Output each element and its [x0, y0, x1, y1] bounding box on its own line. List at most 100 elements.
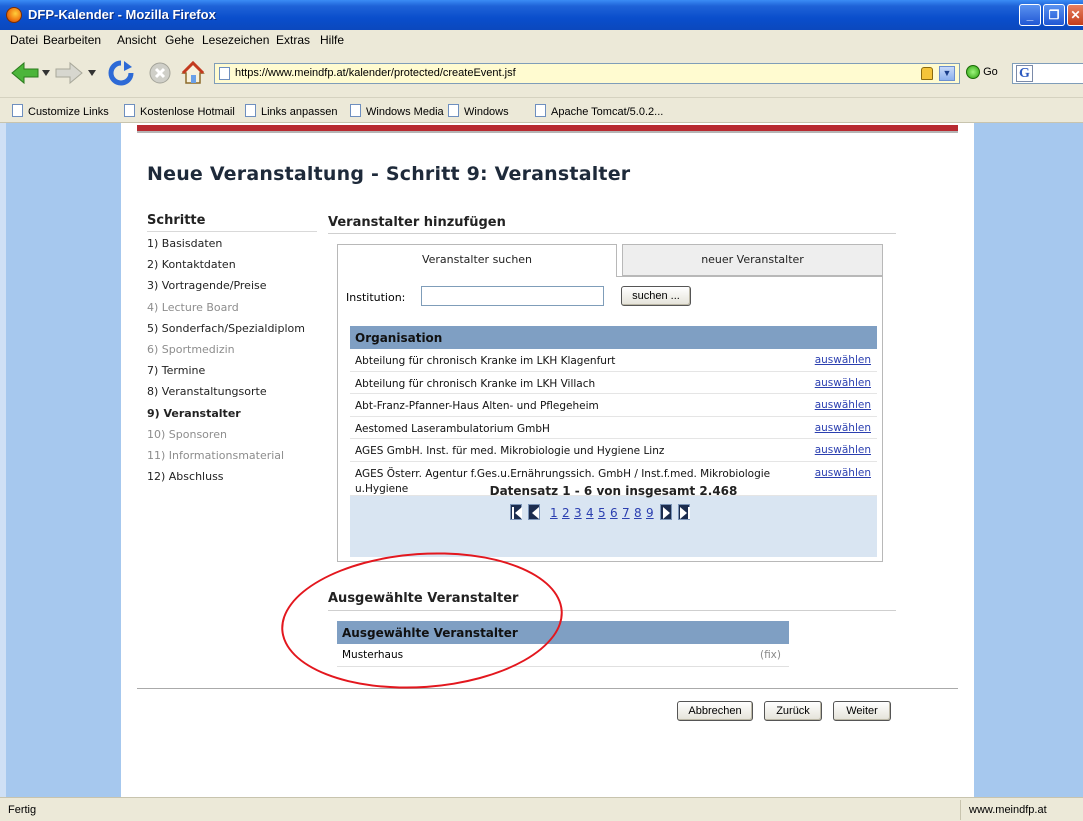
menu-extras[interactable]: Extras [276, 33, 310, 47]
bookmarks-toolbar: Customize Links Kostenlose Hotmail Links… [0, 98, 1083, 123]
go-button[interactable]: Go [966, 65, 998, 79]
page-number-link[interactable]: 3 [574, 506, 582, 520]
last-page-icon[interactable] [678, 504, 690, 520]
pager: 123456789 [510, 504, 730, 522]
page-icon [12, 104, 23, 117]
page-number-link[interactable]: 8 [634, 506, 642, 520]
back-dropdown-icon[interactable] [42, 70, 50, 76]
page-number-link[interactable]: 9 [646, 506, 654, 520]
steps-title: Schritte [147, 213, 206, 228]
step-item[interactable]: 7) Termine [147, 364, 205, 377]
page-number-link[interactable]: 1 [550, 506, 558, 520]
table-row: Abteilung für chronisch Kranke im LKH Vi… [350, 371, 877, 394]
maximize-button[interactable]: ❐ [1043, 4, 1065, 26]
menu-lesezeichen[interactable]: Lesezeichen [202, 33, 269, 47]
firefox-logo-icon [6, 7, 22, 23]
next-button[interactable]: Weiter [833, 701, 891, 721]
page-icon [535, 104, 546, 117]
menu-gehe[interactable]: Gehe [165, 33, 194, 47]
bookmark-item[interactable]: Customize Links [12, 104, 109, 118]
selected-row: Musterhaus (fix) [337, 644, 789, 667]
bookmark-item[interactable]: Apache Tomcat/5.0.2... [535, 104, 663, 118]
stop-icon[interactable] [148, 60, 172, 86]
search-box[interactable]: G [1012, 63, 1083, 84]
step-item[interactable]: 8) Veranstaltungsorte [147, 385, 267, 398]
table-row: Aestomed Laserambulatorium GmbH auswählen [350, 416, 877, 439]
back-button[interactable]: Zurück [764, 701, 822, 721]
search-button[interactable]: suchen ... [621, 286, 691, 306]
status-bar: Fertig www.meindfp.at [0, 797, 1083, 821]
select-link[interactable]: auswählen [815, 422, 871, 434]
step-item[interactable]: 2) Kontaktdaten [147, 258, 236, 271]
page-number-link[interactable]: 2 [562, 506, 570, 520]
table-row: Abteilung für chronisch Kranke im LKH Kl… [350, 349, 877, 372]
reload-icon[interactable] [108, 60, 134, 86]
steps-divider [147, 231, 317, 232]
institution-input[interactable] [421, 286, 604, 306]
page-number-link[interactable]: 7 [622, 506, 630, 520]
organisation-name: Abteilung für chronisch Kranke im LKH Kl… [355, 355, 616, 367]
back-arrow-icon[interactable] [10, 60, 40, 86]
menu-ansicht[interactable]: Ansicht [117, 33, 156, 47]
menu-hilfe[interactable]: Hilfe [320, 33, 344, 47]
step-item[interactable]: 5) Sonderfach/Spezialdiplom [147, 322, 305, 335]
go-label: Go [983, 65, 998, 78]
step-item[interactable]: 1) Basisdaten [147, 237, 222, 250]
menu-bearbeiten[interactable]: Bearbeiten [43, 33, 101, 47]
first-page-icon[interactable] [510, 504, 522, 520]
bookmark-item[interactable]: Links anpassen [245, 104, 337, 118]
add-section-title: Veranstalter hinzufügen [328, 215, 506, 230]
navigation-toolbar: https://www.meindfp.at/kalender/protecte… [0, 50, 1083, 98]
page-number-link[interactable]: 5 [598, 506, 606, 520]
organisation-name: AGES GmbH. Inst. für med. Mikrobiologie … [355, 445, 665, 457]
select-link[interactable]: auswählen [815, 377, 871, 389]
google-icon[interactable]: G [1016, 65, 1033, 82]
page-icon [124, 104, 135, 117]
footer-divider [137, 688, 958, 689]
select-link[interactable]: auswählen [815, 399, 871, 411]
content-viewport: Neue Veranstaltung - Schritt 9: Veransta… [0, 123, 1083, 797]
menu-datei[interactable]: Datei [10, 33, 38, 47]
tab-search[interactable]: Veranstalter suchen [337, 244, 617, 277]
status-host: www.meindfp.at [960, 800, 1083, 820]
url-dropdown-icon[interactable]: ▼ [939, 66, 955, 81]
status-text: Fertig [8, 804, 37, 816]
prev-page-icon[interactable] [528, 504, 540, 520]
home-icon[interactable] [180, 60, 206, 86]
cancel-button[interactable]: Abbrechen [677, 701, 753, 721]
step-item: 4) Lecture Board [147, 300, 239, 314]
selected-name: Musterhaus [342, 649, 404, 661]
select-link[interactable]: auswählen [815, 354, 871, 366]
forward-dropdown-icon[interactable] [88, 70, 96, 76]
minimize-button[interactable]: _ [1019, 4, 1041, 26]
url-text[interactable]: https://www.meindfp.at/kalender/protecte… [235, 67, 516, 79]
forward-arrow-icon[interactable] [54, 60, 84, 86]
close-button[interactable]: ✕ [1067, 4, 1083, 26]
institution-label: Institution: [346, 291, 406, 304]
page-number-link[interactable]: 4 [586, 506, 594, 520]
bookmark-item[interactable]: Windows [448, 104, 509, 118]
section-divider [328, 233, 896, 234]
address-bar[interactable]: https://www.meindfp.at/kalender/protecte… [214, 63, 960, 84]
select-link[interactable]: auswählen [815, 467, 871, 479]
select-link[interactable]: auswählen [815, 444, 871, 456]
search-panel: Institution: suchen ... Organisation Abt… [337, 276, 883, 562]
tab-new[interactable]: neuer Veranstalter [622, 244, 883, 276]
step-item[interactable]: 12) Abschluss [147, 470, 224, 483]
selected-section-title: Ausgewählte Veranstalter [328, 591, 519, 606]
organisation-name: Abt-Franz-Pfanner-Haus Alten- und Pflege… [355, 400, 599, 412]
next-page-icon[interactable] [660, 504, 672, 520]
page-number-link[interactable]: 6 [610, 506, 618, 520]
menu-bar: Datei Bearbeiten Ansicht Gehe Lesezeiche… [0, 30, 1083, 50]
table-row: AGES GmbH. Inst. für med. Mikrobiologie … [350, 439, 877, 462]
bookmark-item[interactable]: Windows Media [350, 104, 444, 118]
page-icon [350, 104, 361, 117]
bookmark-item[interactable]: Kostenlose Hotmail [124, 104, 235, 118]
lock-icon[interactable] [921, 67, 933, 80]
organisation-name: Abteilung für chronisch Kranke im LKH Vi… [355, 377, 596, 390]
organisation-name: Aestomed Laserambulatorium GmbH [355, 422, 550, 435]
table-row: Abt-Franz-Pfanner-Haus Alten- und Pflege… [350, 394, 877, 417]
step-item[interactable]: 3) Vortragende/Preise [147, 279, 267, 292]
table-header: Organisation [350, 326, 877, 349]
step-item: 9) Veranstalter [147, 406, 241, 420]
